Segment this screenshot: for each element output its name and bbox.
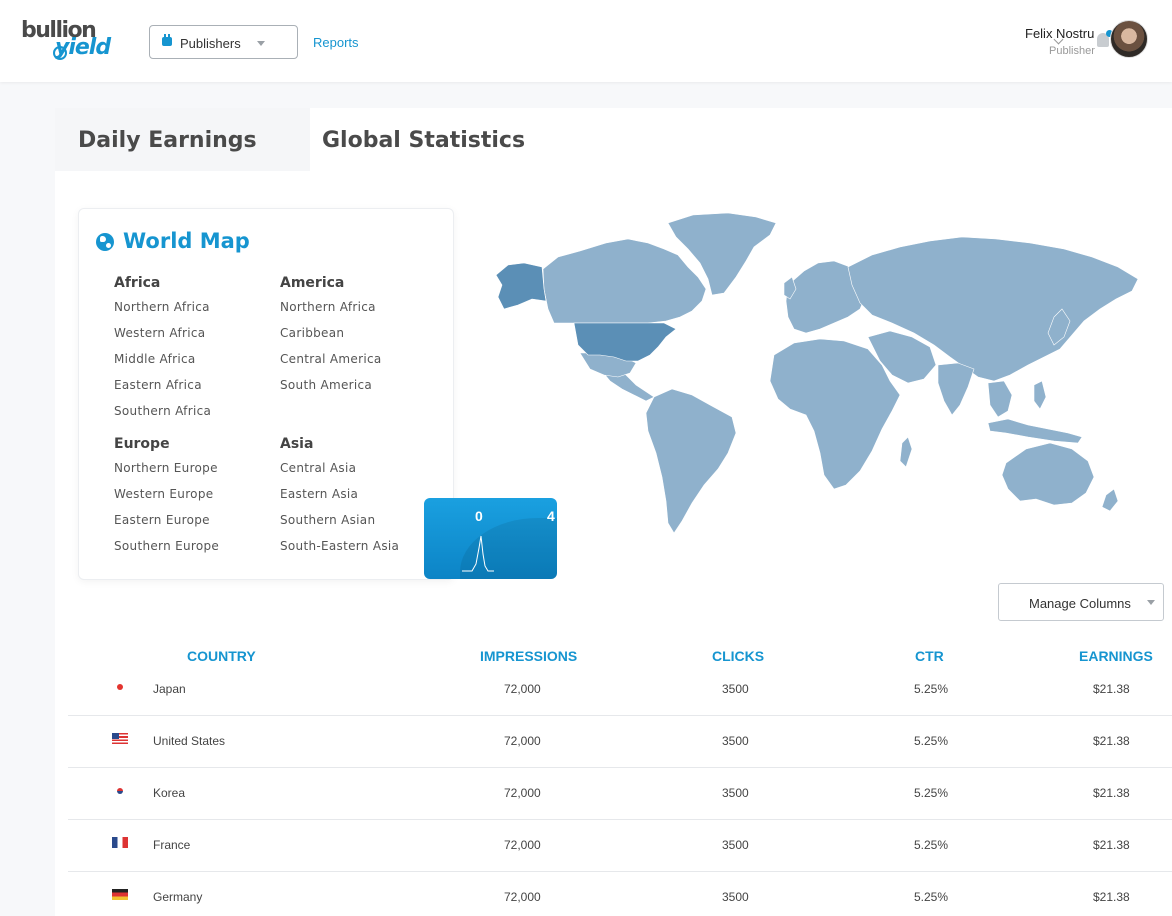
tab-daily-earnings-label: Daily Earnings [78,128,257,153]
impressions-cell: 72,000 [504,682,541,696]
impressions-cell: 72,000 [504,734,541,748]
impressions-cell: 72,000 [504,838,541,852]
ctr-cell: 5.25% [914,890,949,904]
region-item[interactable]: Western Africa [114,326,205,340]
region-item[interactable]: Southern Asian [280,513,375,527]
country-cell: Korea [153,786,186,800]
ctr-cell: 5.25% [914,682,949,696]
manage-columns-label: Manage Columns [1029,596,1131,611]
bullion-yield-logo[interactable]: bullion yield [21,18,116,66]
germany-flag-icon [112,889,128,900]
region-new-zealand [1101,488,1119,512]
region-alaska [495,262,547,310]
clicks-cell: 3500 [722,734,749,748]
publishers-dropdown-label: Publishers [180,36,241,51]
region-item[interactable]: Northern Africa [114,300,210,314]
reports-link[interactable]: Reports [313,35,359,50]
clicks-cell: 3500 [722,890,749,904]
region-southeast-asia [987,380,1013,418]
column-header-ctr[interactable]: CTR [915,648,944,664]
region-item[interactable]: Middle Africa [114,352,196,366]
country-cell: Japan [153,682,186,696]
world-map-title: World Map [123,229,250,253]
japan-flag-icon [112,681,128,692]
region-item[interactable]: Central Asia [280,461,356,475]
clicks-cell: 3500 [722,838,749,852]
top-bar: bullion yield Publishers Reports Felix N… [0,0,1172,82]
avatar[interactable] [1110,20,1148,58]
earnings-cell: $21.38 [1093,838,1130,852]
region-item[interactable]: Northern Africa [280,300,376,314]
tab-global-statistics-label: Global Statistics [322,128,526,153]
caret-down-icon [257,41,265,46]
tab-daily-earnings[interactable]: Daily Earnings [55,108,310,171]
region-heading-america: America [280,275,345,291]
region-canada [542,238,707,324]
region-item[interactable]: Eastern Asia [280,487,358,501]
clicks-cell: 3500 [722,786,749,800]
region-usa [573,322,677,362]
tab-bar: Daily Earnings Global Statistics [55,108,1172,171]
region-item[interactable]: South-Eastern Asia [280,539,399,553]
region-item[interactable]: Southern Africa [114,404,211,418]
column-header-impressions[interactable]: IMPRESSIONS [480,648,577,664]
table-row[interactable]: France 72,000 3500 5.25% $21.38 [68,820,1172,872]
region-item[interactable]: Eastern Africa [114,378,202,392]
country-cell: France [153,838,191,852]
impressions-cell: 72,000 [504,786,541,800]
region-madagascar [899,436,913,468]
usa-flag-icon [112,733,128,744]
table-row[interactable]: United States 72,000 3500 5.25% $21.38 [68,716,1172,768]
region-item[interactable]: Southern Europe [114,539,219,553]
robot-icon [162,34,172,46]
logo-text-bottom: yield [55,35,111,60]
region-item[interactable]: Northern Europe [114,461,218,475]
ctr-cell: 5.25% [914,838,949,852]
region-item[interactable]: Eastern Europe [114,513,210,527]
globe-icon [96,233,114,251]
region-item[interactable]: South America [280,378,372,392]
publishers-dropdown[interactable]: Publishers [149,25,298,59]
region-philippines [1033,380,1047,410]
region-australia [1001,442,1095,506]
region-south-america [645,388,737,534]
column-header-clicks[interactable]: CLICKS [712,648,764,664]
caret-down-icon [1147,600,1155,605]
popup-left-value: 0 [475,508,483,524]
region-item[interactable]: Caribbean [280,326,344,340]
region-india [937,362,975,416]
table-row[interactable]: Korea 72,000 3500 5.25% $21.38 [68,768,1172,820]
user-role: Publisher [1049,45,1095,57]
earnings-cell: $21.38 [1093,890,1130,904]
ctr-cell: 5.25% [914,786,949,800]
region-item[interactable]: Central America [280,352,382,366]
region-heading-europe: Europe [114,436,170,452]
world-map[interactable] [488,205,1148,540]
country-cell: United States [153,734,226,748]
impressions-cell: 72,000 [504,890,541,904]
korea-flag-icon [112,785,128,796]
column-header-earnings[interactable]: EARNINGS [1079,648,1153,664]
earnings-cell: $21.38 [1093,734,1130,748]
manage-columns-dropdown[interactable]: Manage Columns [998,583,1164,621]
france-flag-icon [112,837,128,848]
region-indonesia [987,418,1083,444]
region-item[interactable]: Western Europe [114,487,213,501]
table-row[interactable]: Germany 72,000 3500 5.25% $21.38 [68,872,1172,916]
region-heading-asia: Asia [280,436,314,452]
ctr-cell: 5.25% [914,734,949,748]
country-cell: Germany [153,890,203,904]
region-heading-africa: Africa [114,275,161,291]
clicks-cell: 3500 [722,682,749,696]
tab-global-statistics[interactable]: Global Statistics [310,108,610,171]
earnings-cell: $21.38 [1093,786,1130,800]
earnings-cell: $21.38 [1093,682,1130,696]
table-row[interactable]: Japan 72,000 3500 5.25% $21.38 [68,664,1172,716]
column-header-country[interactable]: COUNTRY [187,648,256,664]
